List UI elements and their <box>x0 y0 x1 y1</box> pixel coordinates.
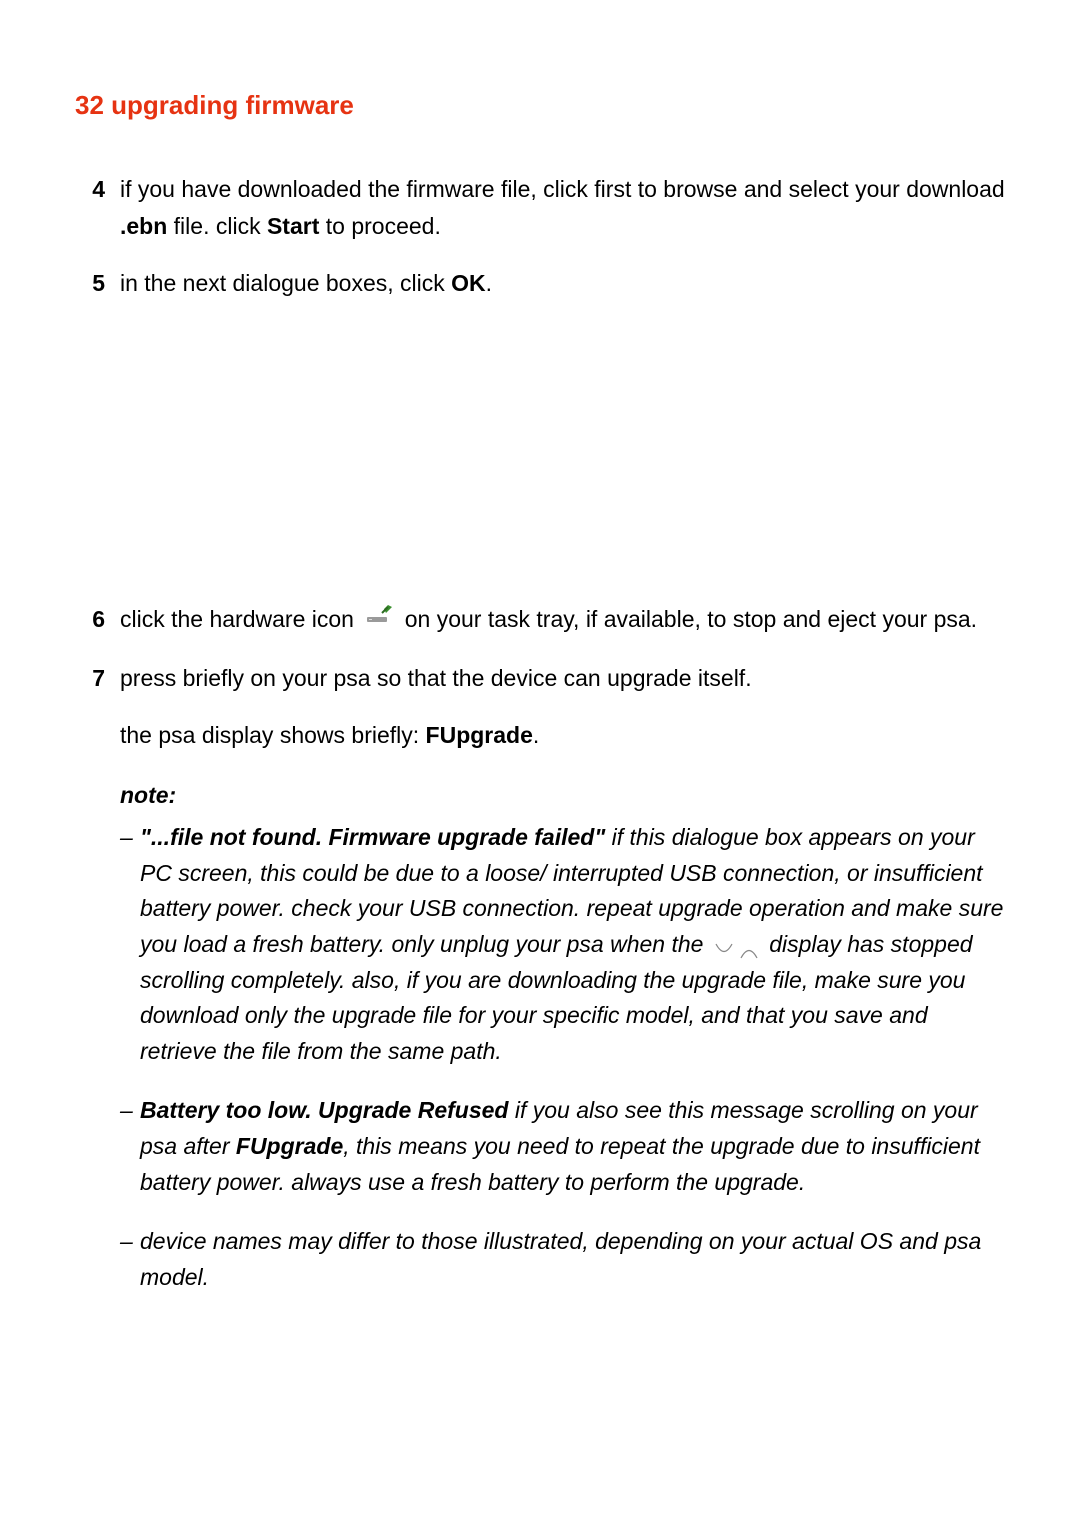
step-body: press briefly on your psa so that the de… <box>120 660 1005 697</box>
step-text: briefly on your psa so that the device c… <box>183 665 752 691</box>
step-text: file. click <box>167 213 267 239</box>
step-body: in the next dialogue boxes, click OK. <box>120 265 1005 302</box>
note-dash: – <box>120 1093 140 1200</box>
step-text: press <box>120 665 183 691</box>
step-text: . <box>533 722 539 748</box>
note-block: note: – "...file not found. Firmware upg… <box>120 778 1005 1295</box>
step-5: 5 in the next dialogue boxes, click OK. <box>75 265 1005 302</box>
note-item-2: – Battery too low. Upgrade Refused if yo… <box>120 1093 1005 1200</box>
step-number: 5 <box>75 265 105 302</box>
note-item-3: – device names may differ to those illus… <box>120 1224 1005 1295</box>
note-body: device names may differ to those illustr… <box>140 1224 1005 1295</box>
step-text: . <box>486 270 492 296</box>
step-text: on your task tray, if available, to stop… <box>405 606 977 632</box>
start-label: Start <box>267 213 319 239</box>
step-text: to proceed. <box>319 213 440 239</box>
step-number: 6 <box>75 601 105 639</box>
page-header: 32 upgrading firmware <box>75 90 1005 121</box>
step-body: click the hardware icon on your task tra… <box>120 601 1005 639</box>
note-text: device names may differ to those illustr… <box>140 1228 981 1290</box>
page-number: 32 <box>75 90 104 120</box>
step-number: 7 <box>75 660 105 697</box>
fupgrade-label: FUpgrade <box>426 722 533 748</box>
hardware-eject-icon <box>364 603 394 640</box>
note-label: note: <box>120 778 1005 814</box>
step-text: first to browse and select your download <box>594 176 1004 202</box>
step-7-extra: the psa display shows briefly: FUpgrade. <box>120 717 1005 754</box>
step-text: in the next dialogue boxes, click <box>120 270 451 296</box>
step-4: 4 if you have downloaded the firmware fi… <box>75 171 1005 245</box>
note-item-1: – "...file not found. Firmware upgrade f… <box>120 820 1005 1069</box>
step-text: the psa display shows briefly: <box>120 722 426 748</box>
error-file-not-found: "...file not found. Firmware upgrade fai… <box>140 824 605 850</box>
note-body: Battery too low. Upgrade Refused if you … <box>140 1093 1005 1200</box>
step-body: if you have downloaded the firmware file… <box>120 171 1005 245</box>
note-dash: – <box>120 1224 140 1295</box>
header-title: upgrading firmware <box>111 90 354 120</box>
fupgrade-label: FUpgrade <box>236 1133 343 1159</box>
note-body: "...file not found. Firmware upgrade fai… <box>140 820 1005 1069</box>
step-text: click the hardware icon <box>120 606 360 632</box>
step-6: 6 click the hardware icon on your task t… <box>75 601 1005 639</box>
psa-display-icon <box>714 936 759 956</box>
ebn-label: .ebn <box>120 213 167 239</box>
ok-label: OK <box>451 270 486 296</box>
step-7: 7 press briefly on your psa so that the … <box>75 660 1005 697</box>
note-dash: – <box>120 820 140 1069</box>
step-number: 4 <box>75 171 105 245</box>
screenshot-placeholder <box>75 321 1005 601</box>
step-text: if you have downloaded the firmware file… <box>120 176 594 202</box>
error-battery-low: Battery too low. Upgrade Refused <box>140 1097 508 1123</box>
